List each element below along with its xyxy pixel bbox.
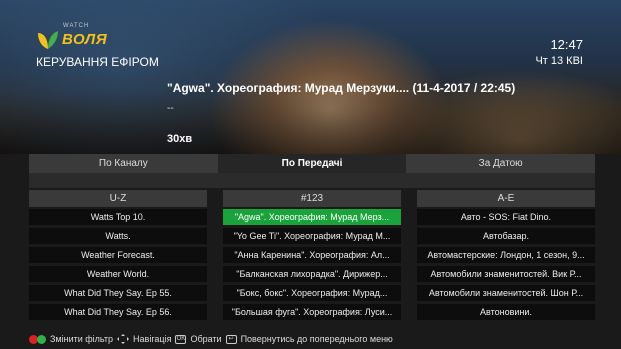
- filter-tabs: По Каналу По Передачі За Датою: [29, 154, 595, 173]
- list-item[interactable]: Автомобили знаменитостей. Вик Р...: [417, 266, 595, 282]
- hint-back: Повернутись до попереднього меню: [240, 334, 393, 344]
- program-preview: WATCH ВОЛЯ КЕРУВАННЯ ЕФІРОМ 12:47 Чт 13 …: [0, 0, 621, 154]
- program-title: "Agwa". Хореография: Мурад Мерзуки.... (…: [167, 81, 516, 95]
- section-title: КЕРУВАННЯ ЕФІРОМ: [36, 55, 159, 69]
- hint-navigation: Навігація: [133, 334, 172, 344]
- tabs-spacer: [29, 173, 595, 188]
- ok-key-icon: OK: [175, 334, 187, 344]
- list-item[interactable]: What Did They Say. Ep 55.: [29, 285, 207, 301]
- column-right-header[interactable]: А-Е: [417, 190, 595, 207]
- hint-change-filter: Змінити фільтр: [50, 334, 114, 344]
- column-middle: #123 "Agwa". Хореография: Мурад Мерз... …: [223, 190, 401, 323]
- navigation-arrows-icon: [117, 334, 130, 344]
- list-item[interactable]: What Did They Say. Ep 56.: [29, 304, 207, 320]
- column-right: А-Е Авто - SOS: Fiat Dino. Автобазар. Ав…: [417, 190, 595, 323]
- list-item[interactable]: "Бокс, бокс". Хореография: Мурад...: [223, 285, 401, 301]
- list-item[interactable]: Weather World.: [29, 266, 207, 282]
- brand-small-text: WATCH: [63, 23, 90, 29]
- brand-logo: WATCH ВОЛЯ: [36, 23, 116, 55]
- list-item[interactable]: Weather Forecast.: [29, 247, 207, 263]
- back-key-icon: ↩: [225, 334, 237, 344]
- green-button-icon: [37, 334, 46, 344]
- list-item[interactable]: Автомобили знаменитостей. Шон Р...: [417, 285, 595, 301]
- list-item[interactable]: Автомастерские: Лондон, 1 сезон, 9...: [417, 247, 595, 263]
- hint-bar: Змінити фільтр Навігація OK Обрати ↩ Пов…: [0, 329, 621, 349]
- list-item[interactable]: "Большая фуга". Хореография: Луси...: [223, 304, 401, 320]
- list-item[interactable]: Авто - SOS: Fiat Dino.: [417, 209, 595, 225]
- tab-by-date[interactable]: За Датою: [406, 154, 595, 173]
- column-left: U-Z Watts Top 10. Watts. Weather Forecas…: [29, 190, 207, 323]
- hint-select: Обрати: [190, 334, 222, 344]
- column-middle-header[interactable]: #123: [223, 190, 401, 207]
- date: Чт 13 КВІ: [535, 55, 583, 67]
- list-item-selected[interactable]: "Agwa". Хореография: Мурад Мерз...: [223, 209, 401, 225]
- program-duration: 30хв: [167, 133, 193, 145]
- tab-by-program[interactable]: По Передачі: [217, 154, 407, 173]
- logo-leaf-icon: [38, 31, 58, 49]
- list-item[interactable]: "Анна Каренина". Хореография: Ал...: [223, 247, 401, 263]
- list-item[interactable]: Автобазар.: [417, 228, 595, 244]
- list-item[interactable]: Watts Top 10.: [29, 209, 207, 225]
- list-item[interactable]: "Yo Gee Ti". Хореография: Мурад М...: [223, 228, 401, 244]
- program-description: --: [167, 103, 174, 114]
- brand-name: ВОЛЯ: [62, 31, 108, 48]
- list-item[interactable]: "Балканская лихорадка". Дирижер...: [223, 266, 401, 282]
- list-item[interactable]: Автоновини.: [417, 304, 595, 320]
- column-left-header[interactable]: U-Z: [29, 190, 207, 207]
- list-item[interactable]: Watts.: [29, 228, 207, 244]
- tab-by-channel[interactable]: По Каналу: [29, 154, 218, 173]
- clock: 12:47: [550, 37, 583, 52]
